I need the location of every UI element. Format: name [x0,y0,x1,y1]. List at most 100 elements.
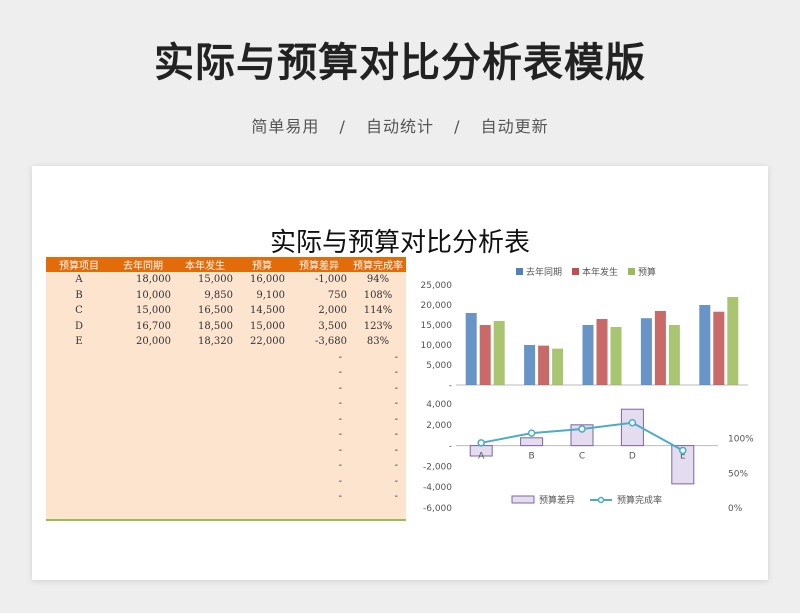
cell-empty[interactable] [46,474,112,490]
cell-budget[interactable]: 15,000 [236,319,288,335]
cell-empty[interactable] [112,350,174,366]
cell-empty-dash[interactable]: - [350,381,406,397]
cell-item[interactable]: C [46,303,112,319]
cell-last-year[interactable]: 10,000 [112,288,174,304]
cell-completion[interactable]: 94% [350,272,406,288]
cell-empty[interactable] [174,489,236,505]
cell-empty[interactable] [46,427,112,443]
cell-empty-dash[interactable]: - [350,396,406,412]
cell-item[interactable]: A [46,272,112,288]
cell-current[interactable]: 9,850 [174,288,236,304]
cell-empty[interactable] [46,381,112,397]
cell-empty-dash[interactable]: - [350,427,406,443]
cell-empty[interactable] [112,365,174,381]
cell-empty[interactable] [174,458,236,474]
cell-empty[interactable] [174,474,236,490]
cell-item[interactable]: E [46,334,112,350]
cell-empty[interactable] [112,412,174,428]
cell-last-year[interactable]: 15,000 [112,303,174,319]
cell-empty[interactable] [236,443,288,459]
cell-empty[interactable] [174,412,236,428]
cell-variance[interactable]: -1,000 [288,272,350,288]
table-row-empty: -- [46,427,406,443]
cell-current[interactable]: 15,000 [174,272,236,288]
cell-empty-dash[interactable]: - [288,443,350,459]
cell-empty[interactable] [236,350,288,366]
cell-empty[interactable] [236,381,288,397]
cell-empty[interactable] [236,412,288,428]
cell-empty-dash[interactable]: - [350,489,406,505]
cell-empty[interactable] [174,381,236,397]
cell-empty[interactable] [174,396,236,412]
cell-empty[interactable] [236,365,288,381]
completion-point-5 [679,446,687,455]
cell-empty-dash[interactable]: - [288,365,350,381]
cell-empty-dash[interactable]: - [350,458,406,474]
cell-budget[interactable]: 9,100 [236,288,288,304]
cell-empty[interactable] [236,489,288,505]
cell-empty[interactable] [236,396,288,412]
cell-completion[interactable]: 83% [350,334,406,350]
cell-empty[interactable] [46,412,112,428]
cell-current[interactable]: 16,500 [174,303,236,319]
cell-empty[interactable] [174,350,236,366]
cell-empty[interactable] [112,396,174,412]
cell-variance[interactable]: 750 [288,288,350,304]
cell-empty[interactable] [236,474,288,490]
cell-empty[interactable] [112,427,174,443]
cell-budget[interactable]: 22,000 [236,334,288,350]
cell-empty[interactable] [46,458,112,474]
cell-empty[interactable] [112,489,174,505]
cell-last-year[interactable]: 20,000 [112,334,174,350]
cell-empty[interactable] [174,365,236,381]
cell-budget[interactable]: 14,500 [236,303,288,319]
cell-empty-dash[interactable]: - [350,443,406,459]
cell-budget[interactable]: 16,000 [236,272,288,288]
cell-completion[interactable]: 123% [350,319,406,335]
cell-variance[interactable]: -3,680 [288,334,350,350]
cell-empty-dash[interactable]: - [350,474,406,490]
bar-4-3 [668,325,680,385]
cell-completion[interactable]: 108% [350,288,406,304]
cell-empty[interactable] [46,365,112,381]
cell-current[interactable]: 18,320 [174,334,236,350]
cell-empty[interactable] [174,427,236,443]
bar-4-1 [640,318,652,385]
cell-empty[interactable] [46,443,112,459]
y-tick-label: 4,000 [426,400,452,410]
cell-empty-dash[interactable]: - [288,396,350,412]
banner-tagline: 简单易用 / 自动统计 / 自动更新 [0,113,800,137]
cell-empty-dash[interactable]: - [288,350,350,366]
bar-1-3 [493,321,505,385]
cell-empty[interactable] [112,381,174,397]
budget-table: 预算项目 去年同期 本年发生 预算 预算差异 预算完成率 A 18,000 15,0… [46,257,406,505]
spreadsheet-preview: 实际与预算对比分析表 预算项目 去年同期 本年发生 预算 预算差异 预算完成率 … [32,166,768,580]
cell-empty[interactable] [112,443,174,459]
cell-empty[interactable] [236,458,288,474]
bar-chart-svg: - 5,000 10,000 15,000 20,000 25,000 去年同期 本年发生 预算 [421,266,748,391]
cell-empty[interactable] [46,396,112,412]
cell-variance[interactable]: 2,000 [288,303,350,319]
cell-item[interactable]: B [46,288,112,304]
cell-empty[interactable] [112,458,174,474]
cell-empty[interactable] [46,350,112,366]
cell-empty-dash[interactable]: - [288,474,350,490]
cell-empty-dash[interactable]: - [350,365,406,381]
cell-empty-dash[interactable]: - [288,427,350,443]
cell-variance[interactable]: 3,500 [288,319,350,335]
cell-current[interactable]: 18,500 [174,319,236,335]
cell-empty[interactable] [46,489,112,505]
cell-last-year[interactable]: 16,700 [112,319,174,335]
cell-empty[interactable] [112,474,174,490]
cell-item[interactable]: D [46,319,112,335]
cell-empty[interactable] [236,427,288,443]
cell-empty-dash[interactable]: - [288,381,350,397]
cell-empty[interactable] [174,443,236,459]
cell-empty-dash[interactable]: - [350,412,406,428]
cell-empty-dash[interactable]: - [350,350,406,366]
cell-completion[interactable]: 114% [350,303,406,319]
cell-empty-dash[interactable]: - [288,412,350,428]
cell-empty-dash[interactable]: - [288,458,350,474]
cell-last-year[interactable]: 18,000 [112,272,174,288]
cell-empty-dash[interactable]: - [288,489,350,505]
